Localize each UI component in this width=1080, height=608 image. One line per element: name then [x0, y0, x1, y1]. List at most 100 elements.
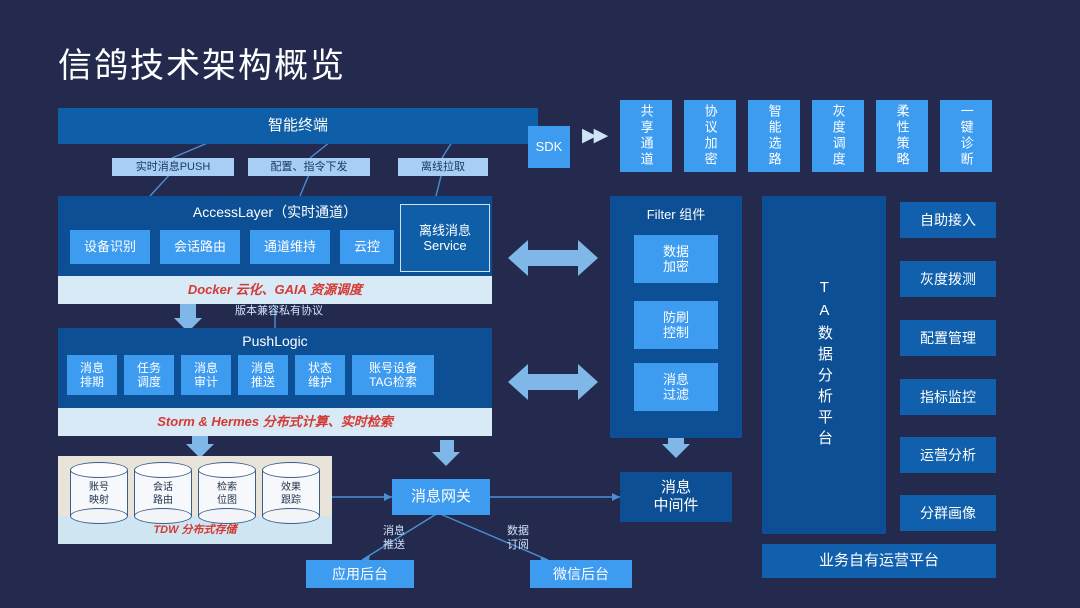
storage-cylinder-1[interactable]: 会话 路由: [134, 462, 192, 524]
storage-line1: 会话: [153, 482, 173, 493]
push-module-2[interactable]: 消息 审计: [181, 355, 231, 395]
push-module-line1: 账号设备: [368, 360, 417, 375]
storage-line1: 检索: [217, 482, 237, 493]
capability-box-0[interactable]: 共享通道: [620, 100, 672, 172]
terminal-link-label: 离线拉取: [421, 160, 465, 173]
cylinder-bottom: [134, 508, 192, 524]
push-module-line2: TAG检索: [369, 375, 417, 389]
filter-module-line1: 消息: [662, 371, 689, 387]
terminal-link-2[interactable]: 离线拉取: [398, 158, 488, 176]
ops-button-label: 指标监控: [920, 388, 976, 405]
capability-box-1[interactable]: 协议加密: [684, 100, 736, 172]
filter-panel-title: Filter 组件: [646, 207, 706, 222]
sdk-box[interactable]: SDK: [528, 126, 570, 168]
storage-cylinder-label: 账号 映射: [70, 482, 128, 507]
storage-cylinder-label: 效果 跟踪: [262, 482, 320, 507]
push-module-line1: 消息: [79, 360, 104, 375]
cylinder-bottom: [262, 508, 320, 524]
push-module-line1: 状态: [307, 360, 332, 375]
push-module-1[interactable]: 任务 调度: [124, 355, 174, 395]
capability-label: 共享通道: [638, 104, 654, 168]
access-module-0[interactable]: 设备识别: [70, 230, 150, 264]
push-module-3[interactable]: 消息 推送: [238, 355, 288, 395]
ops-button-3[interactable]: 指标监控: [900, 379, 996, 415]
capability-label: 协议加密: [702, 104, 718, 168]
terminal-link-0[interactable]: 实时消息PUSH: [112, 158, 234, 176]
storage-cylinder-label: 检索 位图: [198, 482, 256, 507]
access-module-label: 云控: [353, 239, 380, 255]
terminal-link-label: 实时消息PUSH: [135, 160, 211, 173]
double-chevron-right-icon: ▶▶: [582, 125, 608, 146]
capability-box-4[interactable]: 柔性策略: [876, 100, 928, 172]
ops-button-2[interactable]: 配置管理: [900, 320, 996, 356]
cylinder-top: [262, 462, 320, 478]
message-gateway-box[interactable]: 消息网关: [392, 479, 490, 515]
push-module-line2: 排期: [79, 375, 104, 389]
backend-box-1[interactable]: 微信后台: [530, 560, 632, 588]
push-module-line1: 消息: [193, 360, 218, 375]
message-middleware-box[interactable]: 消息 中间件: [620, 472, 732, 522]
sdk-label: SDK: [535, 139, 563, 155]
cylinder-top: [134, 462, 192, 478]
capability-label: 灰度调度: [830, 104, 846, 168]
ops-button-label: 灰度拨测: [920, 270, 976, 287]
storage-cylinder-3[interactable]: 效果 跟踪: [262, 462, 320, 524]
push-module-line1: 消息: [250, 360, 275, 375]
storm-hermes-banner-text: Storm & Hermes 分布式计算、实时检索: [157, 414, 393, 430]
ops-button-1[interactable]: 灰度拨测: [900, 261, 996, 297]
access-module-label: 通道维持: [263, 239, 316, 255]
gateway-link-line1: 数据: [507, 525, 529, 537]
page-title: 信鸽技术架构概览: [58, 47, 346, 85]
access-module-label: 设备识别: [83, 239, 136, 255]
capability-box-2[interactable]: 智能选路: [748, 100, 800, 172]
smart-terminal-bar[interactable]: 智能终端: [58, 108, 538, 144]
storage-line2: 映射: [89, 494, 109, 506]
tdw-banner-text: TDW 分布式存储: [153, 523, 237, 536]
filter-module-line2: 加密: [662, 259, 689, 274]
push-module-5[interactable]: 账号设备 TAG检索: [352, 355, 434, 395]
storage-line1: 账号: [89, 482, 109, 493]
access-module-1[interactable]: 会话路由: [160, 230, 240, 264]
push-module-line2: 维护: [307, 375, 332, 389]
ops-button-5[interactable]: 分群画像: [900, 495, 996, 531]
cylinder-bottom: [70, 508, 128, 524]
gateway-link-line1: 消息: [383, 525, 405, 537]
storage-cylinder-0[interactable]: 账号 映射: [70, 462, 128, 524]
storage-line2: 位图: [217, 494, 237, 506]
filter-module-line2: 控制: [662, 325, 689, 340]
storage-cylinder-2[interactable]: 检索 位图: [198, 462, 256, 524]
access-module-3[interactable]: 云控: [340, 230, 394, 264]
backend-label: 应用后台: [332, 565, 388, 582]
offline-message-service-box[interactable]: 离线消息 Service: [400, 204, 490, 272]
backend-label: 微信后台: [553, 565, 609, 582]
push-module-0[interactable]: 消息 排期: [67, 355, 117, 395]
ops-button-0[interactable]: 自助接入: [900, 202, 996, 238]
storage-line2: 路由: [153, 494, 173, 506]
storage-line1: 效果: [281, 482, 301, 493]
ops-button-4[interactable]: 运营分析: [900, 437, 996, 473]
business-platform-bar[interactable]: 业务自有运营平台: [762, 544, 996, 578]
push-module-line2: 推送: [250, 375, 275, 389]
filter-module-0[interactable]: 数据 加密: [634, 235, 718, 283]
protocol-note: 版本兼容私有协议: [235, 305, 323, 317]
capability-box-5[interactable]: 一键诊断: [940, 100, 992, 172]
filter-module-line2: 过滤: [662, 387, 689, 402]
access-module-2[interactable]: 通道维持: [250, 230, 330, 264]
filter-module-1[interactable]: 防刷 控制: [634, 301, 718, 349]
capability-label: 一键诊断: [958, 104, 974, 168]
terminal-link-1[interactable]: 配置、指令下发: [248, 158, 370, 176]
offline-service-line1: 离线消息: [418, 222, 471, 238]
push-logic-title: PushLogic: [242, 333, 308, 349]
ops-button-label: 配置管理: [920, 329, 976, 346]
offline-service-line2: Service: [423, 238, 467, 253]
push-module-line2: 调度: [136, 375, 161, 389]
ta-platform-panel[interactable]: TA数据分析平台: [762, 196, 886, 534]
capability-box-3[interactable]: 灰度调度: [812, 100, 864, 172]
business-platform-label: 业务自有运营平台: [818, 552, 939, 570]
storm-hermes-banner: Storm & Hermes 分布式计算、实时检索: [58, 408, 492, 436]
backend-box-0[interactable]: 应用后台: [306, 560, 414, 588]
filter-module-2[interactable]: 消息 过滤: [634, 363, 718, 411]
cylinder-top: [70, 462, 128, 478]
gateway-link-caption-0: 消息 推送: [372, 525, 416, 553]
push-module-4[interactable]: 状态 维护: [295, 355, 345, 395]
